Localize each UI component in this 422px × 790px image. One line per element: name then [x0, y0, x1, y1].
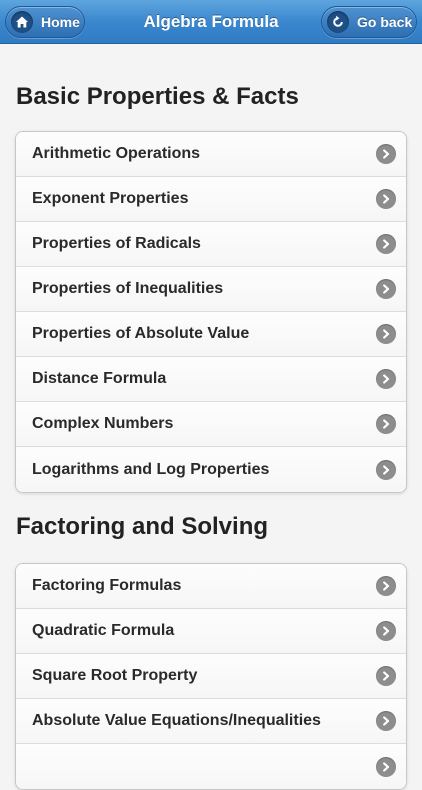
list-item-label: Exponent Properties	[32, 190, 189, 207]
top-nav-bar: Home Algebra Formula Go back	[0, 0, 422, 44]
chevron-right-icon	[376, 621, 396, 641]
list-item-properties-of-inequalities[interactable]: Properties of Inequalities	[16, 267, 406, 312]
chevron-right-icon	[376, 189, 396, 209]
chevron-right-icon	[376, 756, 396, 777]
list-item-properties-of-absolute-value[interactable]: Properties of Absolute Value	[16, 312, 406, 357]
list-item-label: Complex Numbers	[32, 415, 174, 432]
chevron-right-icon	[376, 711, 396, 731]
section-title-factoring-solving: Factoring and Solving	[16, 513, 269, 540]
chevron-right-icon	[376, 324, 396, 344]
list-item-label: Properties of Inequalities	[32, 280, 224, 297]
list-item-partial[interactable]	[16, 744, 406, 789]
list-item-absolute-value-equations[interactable]: Absolute Value Equations/Inequalities	[16, 699, 406, 744]
list-item-label: Properties of Absolute Value	[32, 325, 250, 342]
list-item-label: Factoring Formulas	[32, 577, 182, 594]
chevron-right-icon	[376, 414, 396, 434]
back-arrow-icon	[327, 11, 349, 33]
chevron-right-icon	[376, 576, 396, 596]
go-back-label: Go back	[357, 14, 413, 30]
list-item-distance-formula[interactable]: Distance Formula	[16, 357, 406, 402]
list-item-exponent-properties[interactable]: Exponent Properties	[16, 177, 406, 222]
list-item-label: Logarithms and Log Properties	[32, 460, 270, 478]
chevron-right-icon	[376, 369, 396, 389]
list-item-properties-of-radicals[interactable]: Properties of Radicals	[16, 222, 406, 267]
list-item-label: Distance Formula	[32, 370, 167, 387]
list-item-quadratic-formula[interactable]: Quadratic Formula	[16, 609, 406, 654]
list-item-factoring-formulas[interactable]: Factoring Formulas	[16, 564, 406, 609]
list-item-label: Quadratic Formula	[32, 622, 175, 639]
list-item-square-root-property[interactable]: Square Root Property	[16, 654, 406, 699]
go-back-button[interactable]: Go back	[321, 6, 417, 38]
list-item-logarithms[interactable]: Logarithms and Log Properties	[16, 447, 406, 492]
list-basic-properties: Arithmetic Operations Exponent Propertie…	[15, 131, 407, 493]
list-item-complex-numbers[interactable]: Complex Numbers	[16, 402, 406, 447]
chevron-right-icon	[376, 666, 396, 686]
chevron-right-icon	[376, 459, 396, 480]
chevron-right-icon	[376, 279, 396, 299]
chevron-right-icon	[376, 144, 396, 164]
list-item-label: Absolute Value Equations/Inequalities	[32, 712, 321, 729]
chevron-right-icon	[376, 234, 396, 254]
list-item-label: Square Root Property	[32, 667, 198, 684]
list-item-label: Arithmetic Operations	[32, 145, 201, 162]
list-item-label: Properties of Radicals	[32, 235, 201, 252]
list-factoring-solving: Factoring Formulas Quadratic Formula Squ…	[15, 563, 407, 790]
section-title-basic-properties: Basic Properties & Facts	[16, 83, 299, 110]
list-item-arithmetic-operations[interactable]: Arithmetic Operations	[16, 132, 406, 177]
